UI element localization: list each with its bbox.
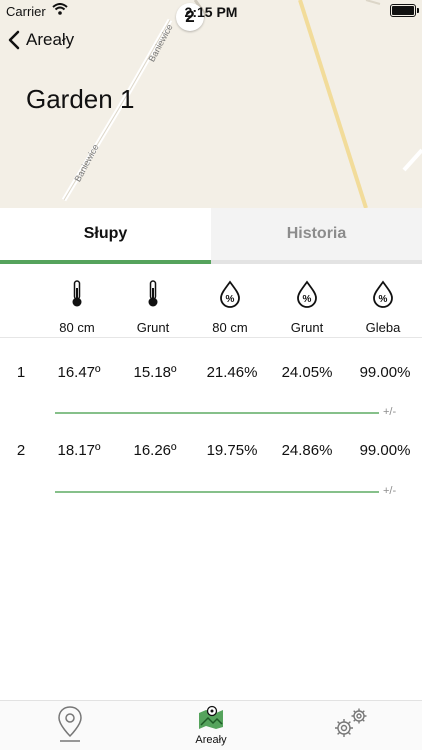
sensor-column: Grunt: [118, 264, 188, 335]
value-cell: 16.26º: [133, 442, 177, 459]
value-cell: 16.47º: [57, 364, 101, 381]
sensor-column: % Grunt: [272, 264, 342, 335]
tolerance-label: +/-: [383, 406, 397, 418]
battery-icon: [390, 4, 419, 17]
status-time: 2:15 PM: [184, 4, 238, 20]
value-cell: 18.17º: [57, 442, 101, 459]
tab-label: Areały: [195, 734, 227, 746]
page-title: Garden 1: [26, 84, 135, 114]
humidity-drop-icon: %: [373, 280, 393, 308]
tab-settings[interactable]: [311, 705, 391, 744]
tab-slupy[interactable]: Słupy: [0, 208, 211, 260]
svg-text:%: %: [303, 294, 312, 305]
tab-historia[interactable]: Historia: [211, 208, 422, 260]
value-cell: 19.75%: [206, 442, 258, 459]
map-pin-icon: [58, 706, 82, 742]
tab-map-pin[interactable]: [30, 705, 110, 748]
map-view[interactable]: Baniewice Baniewice Carrier 2 2:15 PM Ar…: [0, 0, 422, 208]
gears-icon: [335, 708, 367, 737]
sensor-column: % 80 cm: [195, 264, 265, 335]
tolerance-label: +/-: [383, 485, 397, 497]
humidity-drop-icon: %: [220, 280, 240, 308]
row-index: 1: [16, 364, 26, 381]
value-cell: 99.00%: [359, 442, 411, 459]
chevron-left-icon: [8, 30, 20, 50]
map-area-icon: [199, 705, 223, 729]
sensor-column: 80 cm: [42, 264, 112, 335]
table-row[interactable]: 1 16.47º 15.18º 21.46% 24.05% 99.00% +/-: [0, 362, 422, 440]
segment-tabs: Słupy Historia: [0, 208, 422, 264]
row-divider: [55, 491, 379, 493]
sensor-label: Grunt: [136, 320, 170, 335]
row-index: 2: [16, 442, 26, 459]
sensor-label: 80 cm: [59, 320, 95, 335]
back-button[interactable]: Areały: [8, 30, 74, 50]
row-divider: [55, 412, 379, 414]
tab-arealy[interactable]: Areały: [171, 705, 251, 746]
value-cell: 15.18º: [133, 364, 177, 381]
humidity-drop-icon: %: [297, 280, 317, 308]
bottom-tab-bar: Areały: [0, 700, 422, 750]
sensor-label: Gleba: [365, 320, 401, 335]
status-bar: Carrier 2 2:15 PM: [0, 0, 422, 31]
sensor-label: 80 cm: [212, 320, 248, 335]
sensor-header: 80 cm Grunt % 80 cm % Grunt % Gleba: [0, 264, 422, 338]
sensor-column: % Gleba: [348, 264, 418, 335]
back-label: Areały: [26, 30, 75, 49]
thermometer-icon: [72, 280, 82, 307]
table-row[interactable]: 2 18.17º 16.26º 19.75% 24.86% 99.00% +/-: [0, 440, 422, 518]
value-cell: 24.05%: [281, 364, 333, 381]
svg-text:%: %: [379, 294, 388, 305]
value-cell: 21.46%: [206, 364, 258, 381]
svg-text:%: %: [226, 294, 235, 305]
sensor-label: Grunt: [290, 320, 324, 335]
value-cell: 99.00%: [359, 364, 411, 381]
value-cell: 24.86%: [281, 442, 333, 459]
thermometer-icon: [148, 280, 158, 307]
